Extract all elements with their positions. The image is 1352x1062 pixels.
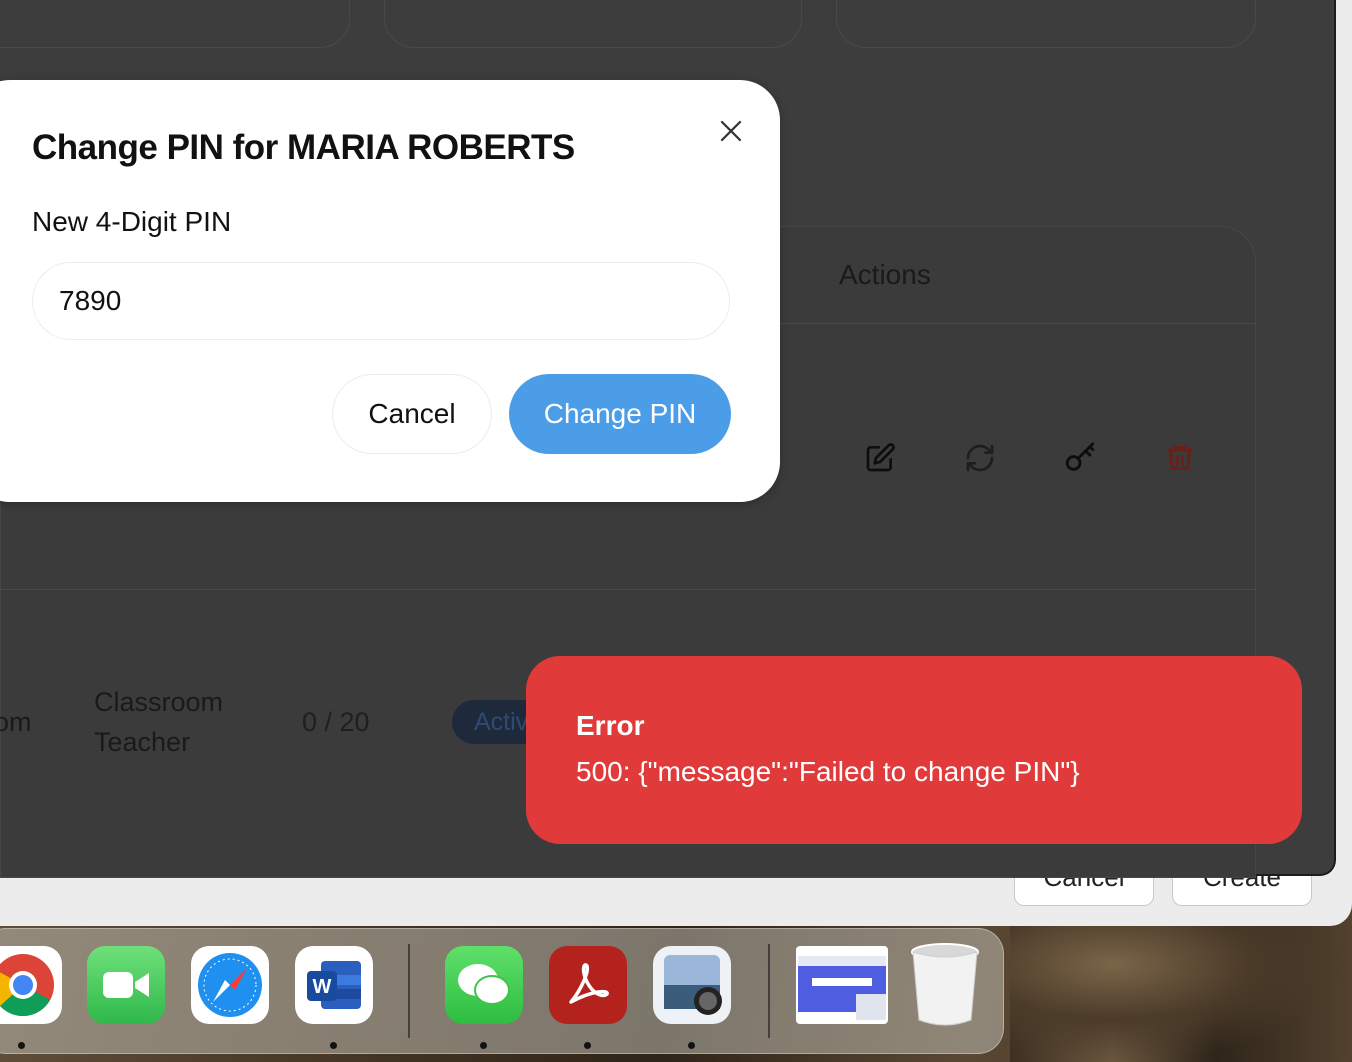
- safari-icon[interactable]: [191, 946, 269, 1024]
- dock-separator: [408, 944, 410, 1038]
- pin-input[interactable]: [32, 262, 730, 340]
- dock-running-indicator: [480, 1042, 487, 1049]
- pin-field-label: New 4-Digit PIN: [32, 206, 232, 237]
- row-divider: [1, 589, 1255, 590]
- stat-card: [0, 0, 350, 48]
- stat-card: [384, 0, 802, 48]
- close-icon[interactable]: [714, 114, 748, 148]
- dock-running-indicator: [688, 1042, 695, 1049]
- wechat-icon[interactable]: [445, 946, 523, 1024]
- cancel-button[interactable]: Cancel: [332, 374, 492, 454]
- edit-icon[interactable]: [856, 434, 904, 482]
- change-pin-dialog: Change PIN for MARIA ROBERTS New 4-Digit…: [0, 80, 780, 502]
- row-role-line1: Classroom: [94, 687, 224, 717]
- row-capacity-cell: 0 / 20: [302, 707, 370, 737]
- change-pin-button[interactable]: Change PIN: [509, 374, 731, 454]
- row-role-line2: Teacher: [94, 727, 191, 757]
- toast-message: 500: {"message":"Failed to change PIN"}: [576, 756, 1080, 787]
- actions-column-header: Actions: [839, 259, 931, 290]
- facetime-icon[interactable]: [87, 946, 165, 1024]
- dock-separator: [768, 944, 770, 1038]
- preview-icon[interactable]: [653, 946, 731, 1024]
- error-toast[interactable]: Error 500: {"message":"Failed to change …: [526, 656, 1302, 844]
- dock-running-indicator: [18, 1042, 25, 1049]
- stat-card: [836, 0, 1256, 48]
- dock-running-indicator: [330, 1042, 337, 1049]
- chrome-icon[interactable]: [0, 946, 62, 1024]
- svg-text:W: W: [313, 976, 332, 998]
- acrobat-icon[interactable]: [549, 946, 627, 1024]
- dialog-title: Change PIN for MARIA ROBERTS: [32, 128, 575, 167]
- trash-icon[interactable]: [906, 943, 984, 1026]
- refresh-icon[interactable]: [956, 434, 1004, 482]
- dock-running-indicator: [584, 1042, 591, 1049]
- trash-icon[interactable]: [1156, 434, 1204, 482]
- document-thumbnail-icon[interactable]: [796, 946, 888, 1024]
- toast-title: Error: [576, 710, 645, 741]
- row-name-cell: om: [0, 707, 32, 737]
- word-icon[interactable]: W: [295, 946, 373, 1024]
- key-icon[interactable]: [1056, 434, 1104, 482]
